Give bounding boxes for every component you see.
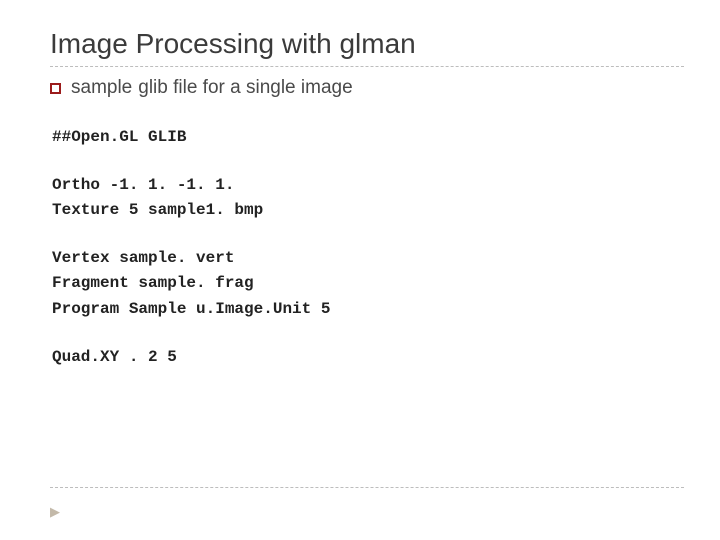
title-divider bbox=[50, 66, 684, 67]
subtitle-rest: glib file for a single image bbox=[138, 77, 352, 99]
code-block-2: Ortho -1. 1. -1. 1. Texture 5 sample1. b… bbox=[52, 173, 684, 224]
slide-title: Image Processing with glman bbox=[50, 28, 684, 60]
code-block-4: Quad.XY . 2 5 bbox=[52, 345, 684, 371]
code-block-1: ##Open.GL GLIB bbox=[52, 125, 684, 151]
footer-arrow-icon: ▶ bbox=[50, 504, 60, 520]
subtitle-line: sample glib file for a single image bbox=[50, 77, 684, 99]
subtitle-lead: sample bbox=[71, 77, 132, 99]
square-bullet-icon bbox=[50, 83, 61, 94]
code-block-3: Vertex sample. vert Fragment sample. fra… bbox=[52, 246, 684, 323]
slide: Image Processing with glman sample glib … bbox=[0, 0, 720, 540]
footer-divider bbox=[50, 487, 684, 488]
